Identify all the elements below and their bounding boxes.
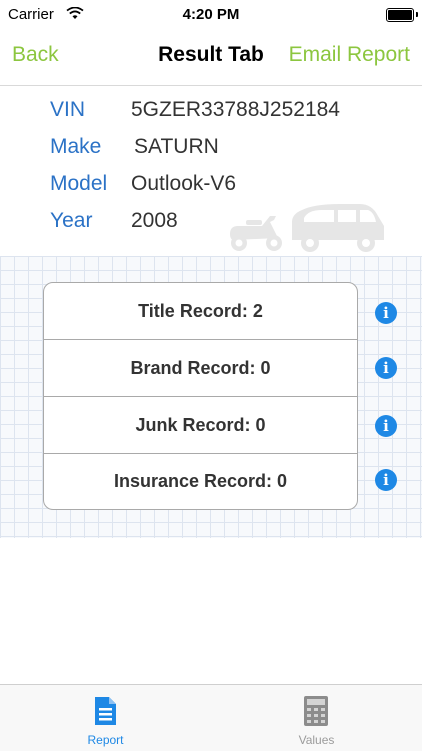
year-label: Year [50, 209, 93, 232]
navigation-bar: Back Result Tab Email Report [0, 30, 422, 86]
brand-record-row[interactable]: Brand Record: 0 [44, 340, 357, 397]
email-report-button[interactable]: Email Report [289, 43, 410, 67]
status-time: 4:20 PM [182, 6, 240, 23]
junk-record-row[interactable]: Junk Record: 0 [44, 397, 357, 454]
tab-report[interactable]: Report [0, 685, 211, 751]
document-icon [95, 697, 116, 725]
tab-values-label: Values [298, 733, 335, 747]
status-bar: Carrier 4:20 PM [0, 0, 422, 30]
make-value: SATURN [134, 135, 219, 158]
model-label: Model [50, 172, 108, 195]
title-record-row[interactable]: Title Record: 2 [44, 283, 357, 340]
vin-value: 5GZER33788J252184 [131, 98, 340, 121]
brand-record-info-icon[interactable]: i [375, 357, 397, 379]
calculator-icon [304, 696, 328, 726]
records-card: Title Record: 2 Brand Record: 0 Junk Rec… [43, 282, 358, 510]
battery-cap [416, 12, 418, 17]
title-record-info-icon[interactable]: i [375, 302, 397, 324]
junk-record-info-icon[interactable]: i [375, 415, 397, 437]
vehicles-icon [230, 204, 384, 252]
make-label: Make [50, 135, 102, 158]
insurance-record-info-icon[interactable]: i [375, 469, 397, 491]
vin-label: VIN [50, 98, 86, 121]
tab-values[interactable]: Values [211, 685, 422, 751]
battery-icon [386, 8, 414, 22]
model-value: Outlook-V6 [131, 172, 237, 195]
insurance-record-row[interactable]: Insurance Record: 0 [44, 453, 357, 509]
tab-report-label: Report [87, 733, 124, 747]
year-value: 2008 [131, 209, 178, 232]
tab-bar: Report Values [0, 684, 422, 751]
